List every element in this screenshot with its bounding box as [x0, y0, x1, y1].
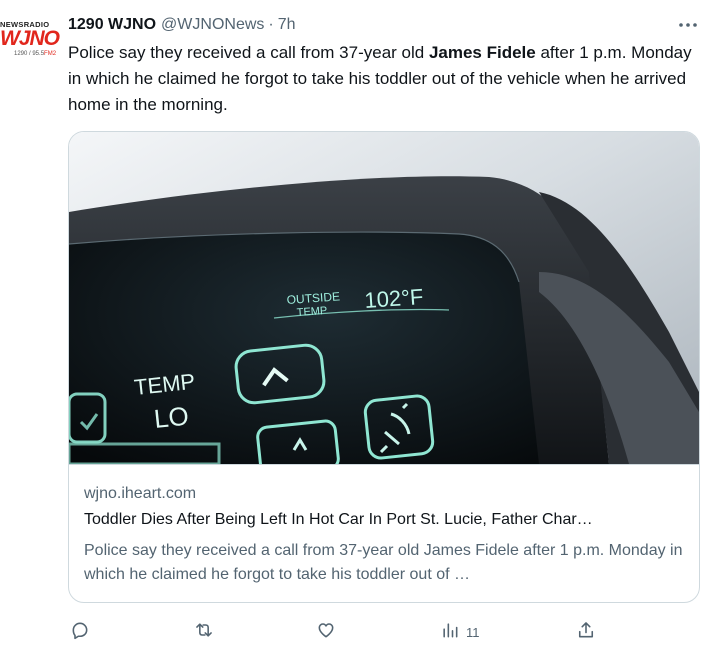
share-button[interactable] [576, 618, 596, 646]
link-card[interactable]: OUTSIDE TEMP 102°F TEMP LO wjno.iheart.c… [68, 131, 700, 603]
header-separator: · [268, 16, 274, 33]
temp-setting: LO [152, 401, 190, 434]
reply-icon [70, 620, 90, 645]
logo-freq-text: 1290 / 95.5 [14, 51, 45, 57]
tweet-text-bold: James Fidele [428, 43, 536, 62]
retweet-button[interactable] [194, 618, 214, 646]
outside-temp-value: 102°F [364, 284, 425, 313]
tweet: NEWSRADIO WJNO 1290 / 95.5FM2 1290 WJNO … [0, 0, 707, 651]
share-icon [576, 620, 596, 645]
views-icon [440, 620, 460, 645]
tweet-actions: 11 [68, 614, 700, 650]
reply-button[interactable] [70, 618, 90, 646]
views-count: 11 [466, 624, 480, 640]
logo-fm-text: FM2 [44, 51, 57, 57]
views-button[interactable]: 11 [440, 618, 480, 646]
tweet-timestamp[interactable]: 7h [278, 16, 296, 34]
like-button[interactable] [316, 618, 336, 646]
logo-main-text: WJNO [0, 27, 60, 50]
more-icon[interactable] [676, 16, 700, 34]
outside-temp-label-2: TEMP [296, 305, 327, 319]
display-name[interactable]: 1290 WJNO [68, 16, 156, 34]
retweet-icon [194, 620, 214, 645]
like-icon [316, 620, 336, 645]
tweet-text-part-1: Police say they received a call from 37-… [68, 43, 429, 62]
card-domain: wjno.iheart.com [84, 485, 197, 502]
card-description: Police say they received a call from 37-… [84, 542, 683, 583]
tweet-text: Police say they received a call from 37-… [68, 40, 698, 118]
card-meta[interactable]: wjno.iheart.com Toddler Dies After Being… [69, 464, 699, 602]
user-handle[interactable]: @WJNONews [161, 16, 264, 34]
card-image[interactable]: OUTSIDE TEMP 102°F TEMP LO [69, 132, 699, 477]
logo-frequency: 1290 / 95.5FM2 [14, 51, 56, 57]
tweet-header: 1290 WJNO @WJNONews · 7h [68, 14, 296, 36]
avatar[interactable]: NEWSRADIO WJNO 1290 / 95.5FM2 [0, 20, 60, 68]
card-title: Toddler Dies After Being Left In Hot Car… [84, 511, 593, 528]
